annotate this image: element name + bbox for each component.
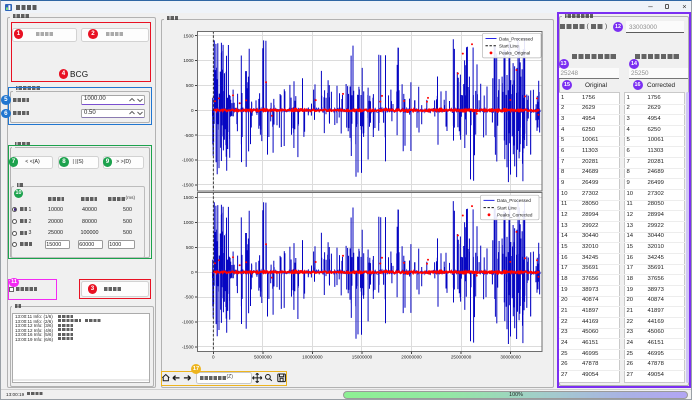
svg-text:30000000: 30000000 <box>500 355 521 360</box>
svg-text:500: 500 <box>186 245 194 250</box>
svg-text:1500: 1500 <box>183 195 194 200</box>
svg-text:Data_Processed: Data_Processed <box>497 198 531 203</box>
svg-text:Start Line: Start Line <box>499 44 519 49</box>
svg-text:-1000: -1000 <box>182 320 194 325</box>
svg-text:15000000: 15000000 <box>352 355 373 360</box>
svg-text:10000000: 10000000 <box>302 355 323 360</box>
svg-text:0: 0 <box>191 108 194 113</box>
svg-text:Peaks_Corrected: Peaks_Corrected <box>497 213 533 218</box>
svg-text:1000: 1000 <box>183 58 194 63</box>
svg-text:-1000: -1000 <box>182 158 194 163</box>
svg-text:-500: -500 <box>184 295 194 300</box>
svg-text:Peaks_Original: Peaks_Original <box>499 51 530 56</box>
svg-text:20000000: 20000000 <box>401 355 422 360</box>
svg-text:-1500: -1500 <box>182 183 194 188</box>
svg-text:-500: -500 <box>184 133 194 138</box>
svg-text:0: 0 <box>191 270 194 275</box>
svg-text:25000000: 25000000 <box>451 355 472 360</box>
svg-text:0: 0 <box>212 355 215 360</box>
svg-text:500: 500 <box>186 83 194 88</box>
svg-text:Data_Processed: Data_Processed <box>499 36 533 41</box>
svg-text:1500: 1500 <box>183 33 194 38</box>
svg-text:-1500: -1500 <box>182 344 194 349</box>
svg-text:Start Line: Start Line <box>497 205 517 210</box>
svg-text:5000000: 5000000 <box>254 355 272 360</box>
svg-text:1000: 1000 <box>183 220 194 225</box>
